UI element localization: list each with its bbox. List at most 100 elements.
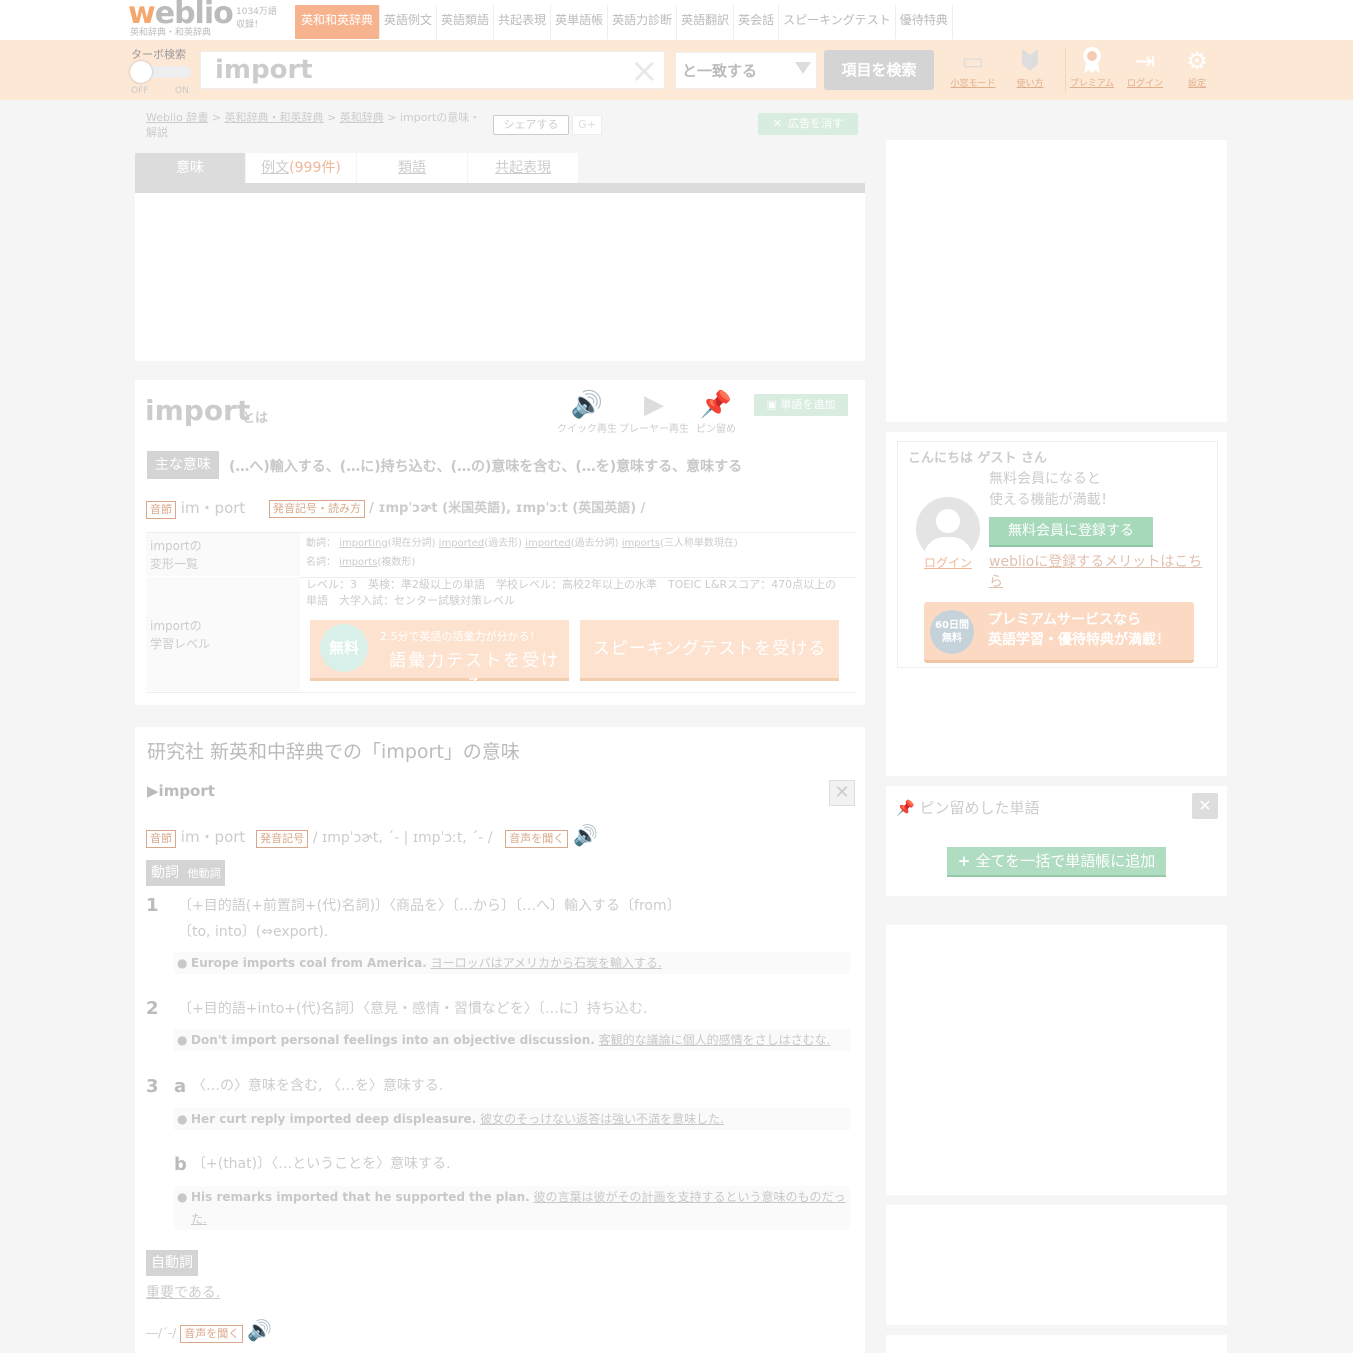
- breadcrumb-ej-dictionary[interactable]: 英和辞典・和英辞典: [225, 111, 324, 124]
- weblio-logo[interactable]: weblio 英和辞典・和英辞典: [128, 0, 234, 38]
- chevron-down-icon[interactable]: [795, 62, 811, 74]
- nav-tab-speaking-test[interactable]: スピーキングテスト: [779, 5, 896, 39]
- share-button[interactable]: シェアする: [493, 115, 569, 135]
- login-button[interactable]: ⇥ ログイン: [1120, 46, 1170, 89]
- nav-tab-translation[interactable]: 英語翻訳: [677, 5, 735, 39]
- settings-button[interactable]: ⚙ 設定: [1172, 46, 1222, 89]
- sense-sub-letter: b: [174, 1154, 187, 1175]
- sense-text: 〔+(that)〕〈…ということを〉意味する.: [192, 1156, 451, 1172]
- turbo-on-label: ON: [175, 86, 189, 96]
- tab-collocations[interactable]: 共起表現: [468, 153, 578, 183]
- sense-number: 1: [146, 895, 159, 916]
- tab-examples[interactable]: 例文(999件): [246, 153, 356, 183]
- triangle-icon: ▶: [147, 782, 159, 800]
- nav-tab-wordbook[interactable]: 英単語帳: [551, 5, 609, 39]
- login-link[interactable]: ログイン: [924, 554, 972, 571]
- speaking-test-button[interactable]: スピーキングテストを受ける: [580, 620, 839, 681]
- listen-button[interactable]: 音声を聞く: [180, 1325, 244, 1343]
- learning-level-info: レベル：3 英検：準2級以上の単語 学校レベル：高校2年以上の水準 TOEIC …: [306, 578, 837, 607]
- speaker-icon: 🔊: [570, 390, 604, 420]
- hide-ads-button[interactable]: ✕ 広告を消す: [758, 113, 858, 135]
- learning-level-label: importの 学習レベル: [146, 577, 300, 691]
- right-ad-space-3: [886, 1205, 1227, 1325]
- add-all-to-wordbook-button[interactable]: + 全てを一括で単語帳に追加: [947, 847, 1166, 877]
- pronunciation-badge: 発音記号・読み方: [269, 500, 365, 518]
- content-tabs: 意味 例文(999件) 類語 共起表現: [135, 153, 865, 183]
- tab-meaning[interactable]: 意味: [135, 153, 245, 183]
- nav-tab-collocations[interactable]: 共起表現: [494, 5, 552, 39]
- speaker-icon[interactable]: 🔊: [573, 823, 598, 847]
- register-button[interactable]: 無料会員に登録する: [989, 517, 1153, 547]
- gear-icon: ⚙: [1186, 47, 1208, 75]
- close-icon[interactable]: ✕: [829, 780, 855, 806]
- plus-icon: +: [957, 852, 976, 870]
- premium-text: プレミアムサービスなら 英語学習・優待特典が満載！: [988, 612, 1170, 648]
- right-card-partial: [886, 1335, 1227, 1353]
- syllable-row: 音節 im・port: [146, 497, 245, 519]
- turbo-search-label: ターボ検索: [131, 48, 186, 61]
- syllable-text: im・port: [180, 499, 246, 517]
- sense-text: 〔+目的語(+前置詞+(代)名詞)〕〈商品を〉〔…から〕〔…へ〕輸入する〔fro…: [178, 898, 681, 914]
- premium-trial-badge: 60日間 無料: [930, 610, 974, 654]
- example-sentence: ● His remarks imported that he supported…: [174, 1186, 850, 1230]
- listen-button[interactable]: 音声を聞く: [505, 830, 569, 848]
- quick-play-button[interactable]: 🔊 クイック再生: [555, 390, 619, 435]
- verb-forms: 動詞： importing(現在分詞) imported(過去形) import…: [306, 538, 738, 549]
- tab-underline: [135, 183, 865, 193]
- clear-icon[interactable]: ×: [630, 54, 659, 88]
- sense-sub-letter: a: [174, 1076, 187, 1097]
- pin-icon: 📌: [896, 799, 915, 817]
- turbo-toggle-knob[interactable]: [130, 61, 152, 83]
- dictionary-title: 研究社 新英和中辞典での「import」の意味: [147, 741, 520, 763]
- service-tabs: 英和和英辞典 英語例文 英語類語 共起表現 英単語帳 英語力診断 英語翻訳 英会…: [295, 5, 953, 39]
- merit-link[interactable]: weblioに登録するメリットはこちら: [989, 552, 1203, 592]
- top-navigation: weblio 英和辞典・和英辞典 1034万語 収録！ 英和和英辞典 英語例文 …: [0, 0, 1353, 41]
- main-meaning-text: (…へ)輸入する、(…に)持ち込む、(…の)意味を含む、(…を)意味する、意味す…: [229, 459, 743, 475]
- close-icon: ✕: [772, 117, 783, 130]
- sense-text: 〈…の〉意味を含む, 〈…を〉意味する.: [192, 1078, 444, 1094]
- gplus-button[interactable]: G+: [572, 115, 602, 135]
- pin-icon: 📌: [699, 390, 733, 420]
- pin-button[interactable]: 📌 ピン留め: [694, 390, 738, 435]
- breadcrumb-english-dictionary[interactable]: 英和辞典: [340, 111, 384, 124]
- member-benefit-text: 無料会員になると 使える機能が満載！: [989, 471, 1115, 508]
- pos-verb-badge: 動詞 他動詞: [146, 860, 226, 886]
- example-sentence: ● Don't import personal feelings into an…: [174, 1029, 850, 1051]
- nav-tab-diagnosis[interactable]: 英語力診断: [608, 5, 678, 39]
- toolbar-divider: [1065, 48, 1066, 92]
- player-play-button[interactable]: ▶ プレーヤー再生: [618, 390, 690, 435]
- how-to-use-button[interactable]: 使い方: [1005, 46, 1055, 89]
- conjugation-row: importの 変形一覧 動詞： importing(現在分詞) importe…: [146, 533, 856, 578]
- nav-tab-ej-dictionary[interactable]: 英和和英辞典: [295, 5, 381, 39]
- search-button[interactable]: 項目を検索: [824, 50, 934, 90]
- sense-text: 〔+目的語+into+(代)名詞〕〈意見・感情・習慣などを〉〔…に〕持ち込む.: [178, 1001, 648, 1017]
- logo-subtitle: 英和辞典・和英辞典: [130, 28, 212, 38]
- add-word-button[interactable]: ▣ 単語を追加: [754, 394, 848, 416]
- close-icon[interactable]: ✕: [1192, 793, 1218, 819]
- pos-intransitive-badge: 自動詞: [146, 1250, 198, 1276]
- entry-pronunciation-row: 音節 im・port 発音記号 / ɪmpˈɔɚt, ´- | ɪmpˈɔːt,…: [146, 823, 598, 848]
- breadcrumb: Weblio 辞書 > 英和辞典・和英辞典 > 英和辞典 > importの意味…: [146, 111, 481, 139]
- breadcrumb-weblio[interactable]: Weblio 辞書: [146, 111, 208, 124]
- login-icon: ⇥: [1134, 47, 1156, 75]
- tab-synonyms[interactable]: 類語: [357, 153, 467, 183]
- medal-icon: [1067, 46, 1117, 76]
- nav-tab-conversation[interactable]: 英会話: [734, 5, 780, 39]
- search-input[interactable]: [200, 51, 665, 89]
- word-info-table: importの 変形一覧 動詞： importing(現在分詞) importe…: [146, 532, 856, 693]
- greeting: こんにちは ゲスト さん: [908, 451, 1048, 466]
- speaker-icon[interactable]: 🔊: [247, 1318, 272, 1342]
- premium-button[interactable]: プレミアム: [1067, 46, 1117, 89]
- word-count: 1034万語 収録！: [236, 7, 277, 30]
- free-badge: 無料: [320, 624, 368, 672]
- nav-tab-examples[interactable]: 英語例文: [380, 5, 438, 39]
- sense-text-cont: 〔to, into〕(⇔export).: [178, 924, 329, 940]
- turbo-off-label: OFF: [131, 86, 149, 96]
- nav-tab-benefits[interactable]: 優待特典: [896, 5, 953, 39]
- small-window-button[interactable]: ▭ 小窓モード: [948, 46, 998, 89]
- conjugation-label: importの 変形一覧: [146, 533, 300, 576]
- sense-number: 2: [146, 998, 159, 1019]
- pronunciation-row: 発音記号・読み方 / ɪmpˈɔɚt (米国英語), ɪmpˈɔːt (英国英語…: [269, 497, 645, 518]
- right-ad-space-2: [886, 925, 1227, 1195]
- nav-tab-synonyms[interactable]: 英語類語: [437, 5, 495, 39]
